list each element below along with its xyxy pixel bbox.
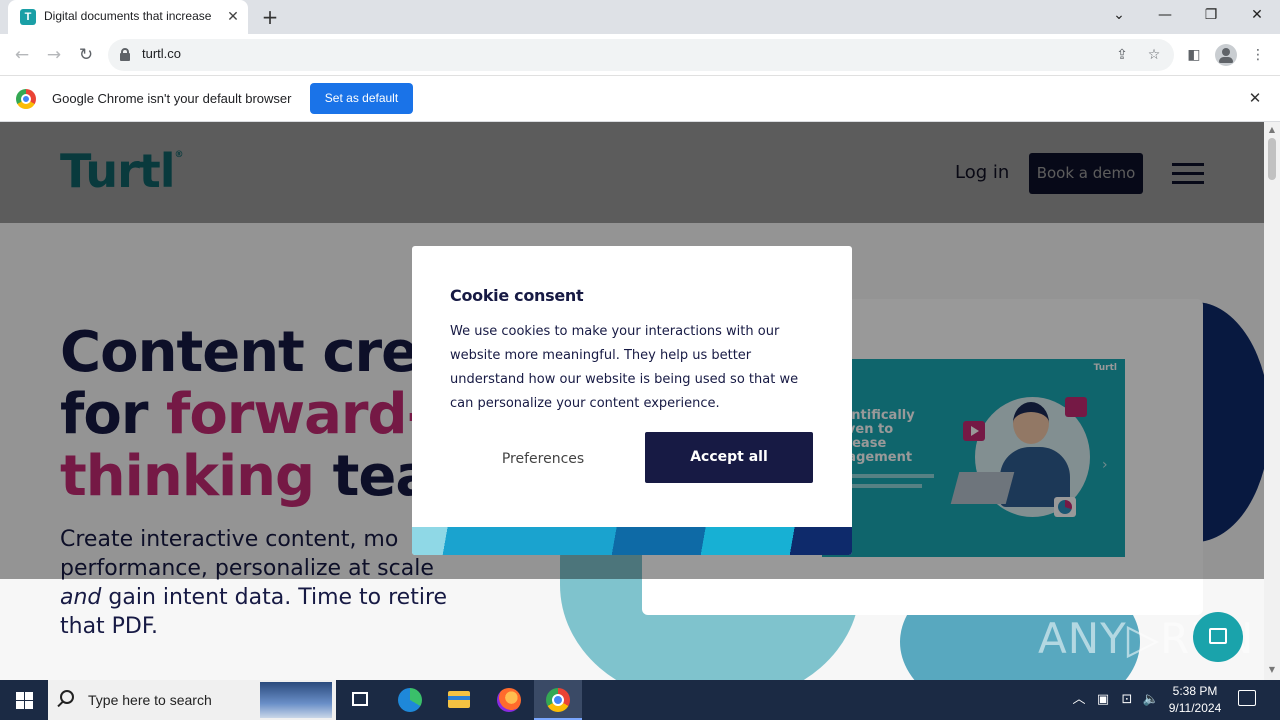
windows-taskbar: Type here to search ︿ ▣ ⊡ 🔈 5:38 PM 9/11…	[0, 680, 1280, 720]
scroll-down-icon[interactable]: ▼	[1268, 665, 1276, 674]
side-panel-icon[interactable]: ◧	[1183, 44, 1205, 66]
lock-icon[interactable]	[120, 48, 130, 61]
taskbar-chrome[interactable]	[534, 680, 582, 720]
restore-window-button[interactable]: ❐	[1197, 4, 1225, 26]
chat-widget-icon[interactable]	[1193, 612, 1243, 662]
profile-avatar-icon[interactable]	[1215, 44, 1237, 66]
taskbar-search-placeholder: Type here to search	[88, 692, 212, 708]
chrome-menu-icon[interactable]: ⋮	[1247, 44, 1269, 66]
task-view-icon	[352, 692, 368, 706]
new-tab-button[interactable]: +	[259, 6, 281, 28]
preferences-button[interactable]: Preferences	[488, 444, 598, 474]
scrollbar-thumb[interactable]	[1268, 138, 1276, 180]
taskbar-clock[interactable]: 5:38 PM 9/11/2024	[1160, 683, 1230, 717]
file-explorer-icon	[448, 691, 470, 708]
accept-all-button[interactable]: Accept all	[645, 432, 813, 483]
tray-overflow-chevron-icon[interactable]: ︿	[1069, 690, 1089, 710]
back-arrow-icon[interactable]: ←	[10, 43, 34, 67]
tab-strip: T Digital documents that increase ✕ + ⌄ …	[0, 0, 1280, 34]
forward-arrow-icon[interactable]: →	[42, 43, 66, 67]
scroll-up-icon[interactable]: ▲	[1268, 125, 1276, 134]
share-icon[interactable]: ⇪	[1112, 45, 1132, 65]
clock-time: 5:38 PM	[1172, 684, 1218, 698]
bookmark-star-icon[interactable]: ☆	[1144, 45, 1164, 65]
infobar-close-icon[interactable]: ✕	[1245, 88, 1265, 108]
infobar-message: Google Chrome isn't your default browser	[52, 91, 292, 106]
network-icon[interactable]: ⊡	[1117, 690, 1137, 710]
windows-start-icon[interactable]	[0, 680, 48, 720]
clock-date: 9/11/2024	[1168, 701, 1222, 715]
taskbar-file-explorer[interactable]	[435, 680, 483, 720]
hero-sub-part-b: gain intent data. Time to retire that PD…	[60, 585, 448, 639]
minimize-window-button[interactable]: —	[1151, 4, 1179, 26]
search-icon	[60, 690, 74, 704]
tab-search-chevron-icon[interactable]: ⌄	[1105, 4, 1133, 26]
modal-decorative-band	[412, 527, 852, 555]
close-window-button[interactable]: ✕	[1243, 4, 1271, 26]
browser-tab[interactable]: T Digital documents that increase ✕	[8, 0, 248, 34]
firefox-icon	[497, 688, 521, 712]
reload-icon[interactable]: ↻	[74, 43, 98, 67]
volume-icon[interactable]: 🔈	[1141, 690, 1161, 710]
browser-toolbar: ← → ↻ turtl.co ⇪ ☆ ◧ ⋮	[0, 34, 1280, 76]
taskbar-search-box[interactable]: Type here to search	[48, 680, 336, 720]
tray-device-icon[interactable]: ▣	[1093, 690, 1113, 710]
tab-title: Digital documents that increase	[44, 9, 212, 23]
page-scrollbar[interactable]: ▲ ▼	[1264, 122, 1280, 680]
turtl-favicon-icon: T	[20, 9, 36, 25]
search-highlight-image	[260, 682, 332, 718]
notification-icon[interactable]	[1238, 690, 1256, 706]
taskbar-edge[interactable]	[386, 680, 434, 720]
chrome-logo-icon	[16, 89, 36, 109]
taskbar-firefox[interactable]	[485, 680, 533, 720]
cookie-modal-body: We use cookies to make your interactions…	[450, 324, 799, 411]
tab-close-icon[interactable]: ✕	[224, 8, 242, 26]
url-text[interactable]: turtl.co	[142, 46, 181, 61]
address-bar[interactable]: turtl.co ⇪ ☆	[108, 39, 1174, 71]
cookie-consent-modal: Cookie consent We use cookies to make yo…	[412, 246, 852, 555]
edge-icon	[398, 688, 422, 712]
default-browser-infobar: Google Chrome isn't your default browser…	[0, 76, 1280, 122]
chrome-icon	[546, 688, 570, 712]
task-view-button[interactable]	[336, 680, 384, 720]
hero-sub-emphasis: and	[60, 585, 102, 610]
cookie-modal-title: Cookie consent	[450, 286, 584, 305]
set-as-default-button[interactable]: Set as default	[310, 83, 413, 114]
